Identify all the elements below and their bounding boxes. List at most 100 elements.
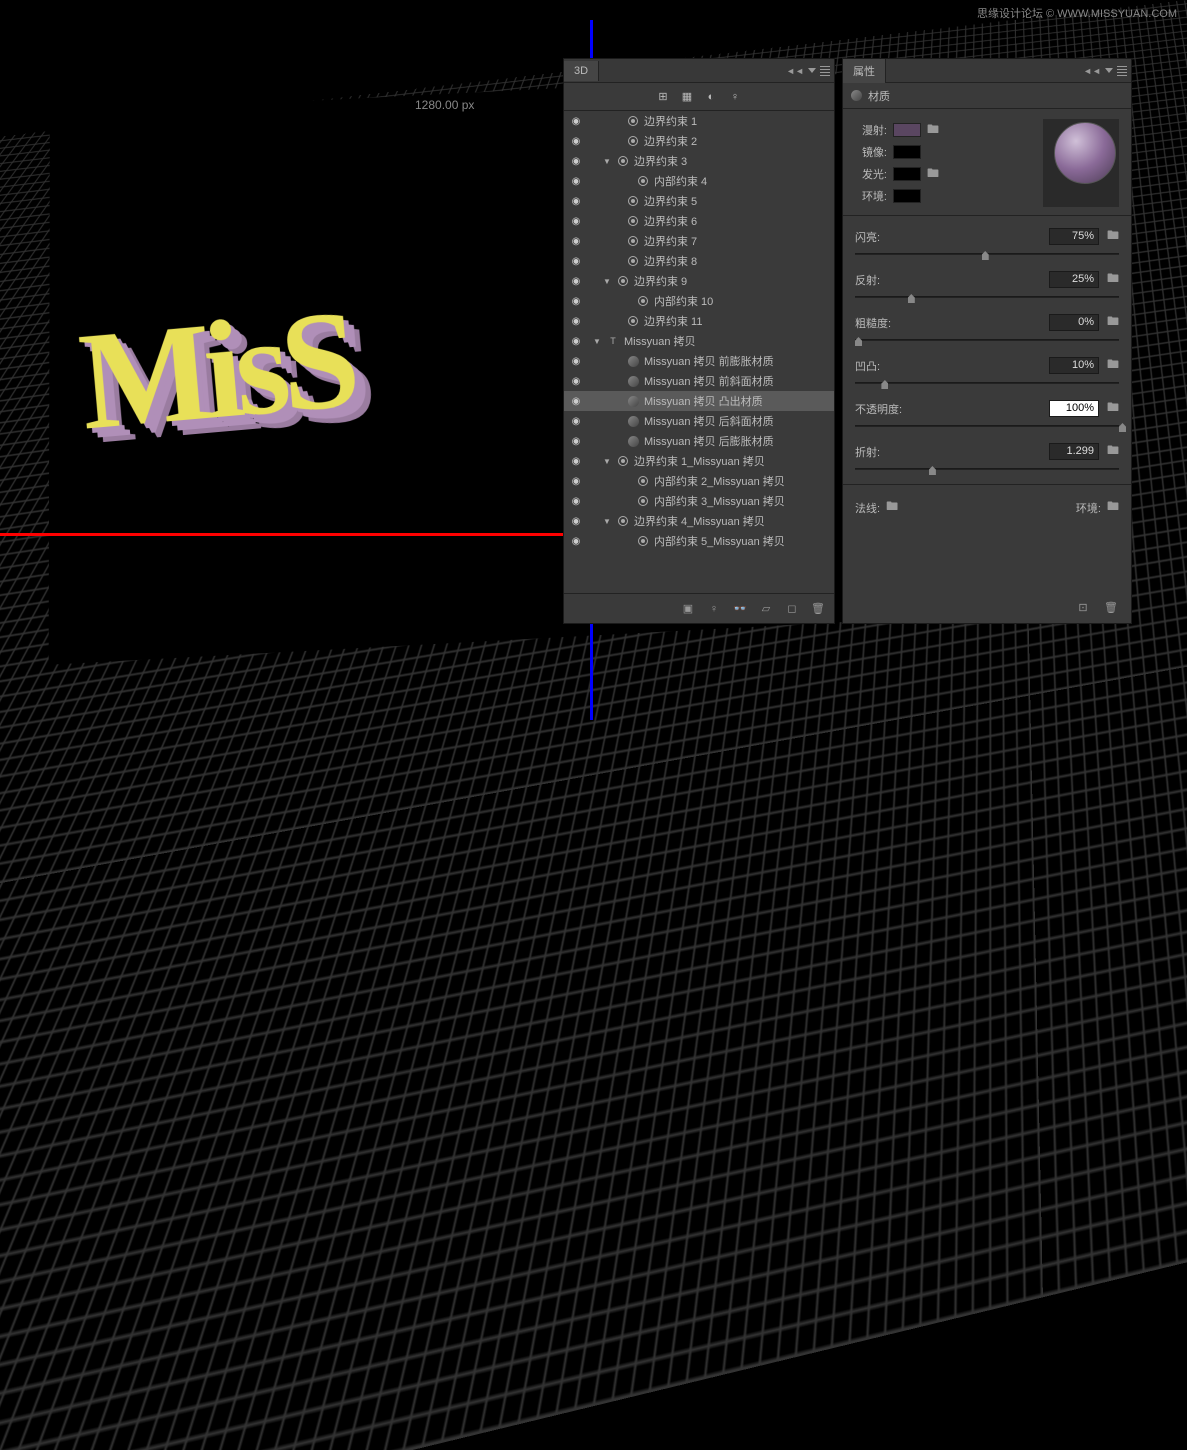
expand-triangle-icon[interactable]: ▼	[592, 337, 602, 346]
folder-icon[interactable]: 🖿	[1107, 226, 1119, 247]
refract-value[interactable]: 1.299	[1049, 443, 1099, 460]
light-icon[interactable]: ♀	[706, 601, 722, 617]
visibility-eye-icon[interactable]: ◉	[568, 396, 584, 407]
tree-row[interactable]: ◉▼边界约束 1_Missyuan 拷贝	[564, 451, 834, 471]
layer-tree[interactable]: ◉边界约束 1◉边界约束 2◉▼边界约束 3◉内部约束 4◉边界约束 5◉边界约…	[564, 111, 834, 595]
tree-row[interactable]: ◉内部约束 3_Missyuan 拷贝	[564, 491, 834, 511]
visibility-eye-icon[interactable]: ◉	[568, 456, 584, 467]
tree-row[interactable]: ◉内部约束 10	[564, 291, 834, 311]
tree-row[interactable]: ◉Missyuan 拷贝 后斜面材质	[564, 411, 834, 431]
visibility-eye-icon[interactable]: ◉	[568, 476, 584, 487]
folder-icon[interactable]: 🖿	[927, 164, 939, 185]
tree-row[interactable]: ◉Missyuan 拷贝 前斜面材质	[564, 371, 834, 391]
visibility-eye-icon[interactable]: ◉	[568, 256, 584, 267]
visibility-eye-icon[interactable]: ◉	[568, 116, 584, 127]
bump-value[interactable]: 10%	[1049, 357, 1099, 374]
tree-row[interactable]: ◉内部约束 2_Missyuan 拷贝	[564, 471, 834, 491]
tree-row[interactable]: ◉内部约束 5_Missyuan 拷贝	[564, 531, 834, 551]
rough-slider[interactable]	[855, 339, 1119, 341]
filter-scene-icon[interactable]: ⊞	[655, 89, 671, 105]
plane-icon[interactable]: ▱	[758, 601, 774, 617]
tree-row[interactable]: ◉▼TMissyuan 拷贝	[564, 331, 834, 351]
folder-icon[interactable]: 🖿	[1107, 269, 1119, 290]
visibility-eye-icon[interactable]: ◉	[568, 216, 584, 227]
filter-mesh-icon[interactable]: ▦	[679, 89, 695, 105]
tree-row[interactable]: ◉边界约束 7	[564, 231, 834, 251]
slider-thumb[interactable]	[855, 337, 862, 346]
expand-triangle-icon[interactable]: ▼	[602, 517, 612, 526]
render-icon[interactable]: ▣	[680, 601, 696, 617]
new-icon[interactable]: ◻	[784, 601, 800, 617]
diffuse-swatch[interactable]	[893, 123, 921, 137]
slider-thumb[interactable]	[908, 294, 915, 303]
tab-3d[interactable]: 3D	[564, 61, 599, 81]
expand-triangle-icon[interactable]: ▼	[602, 277, 612, 286]
tree-row[interactable]: ◉▼边界约束 4_Missyuan 拷贝	[564, 511, 834, 531]
opacity-slider[interactable]	[855, 425, 1119, 427]
expand-triangle-icon[interactable]: ▼	[602, 157, 612, 166]
mirror-swatch[interactable]	[893, 145, 921, 159]
chevron-down-icon[interactable]	[1105, 68, 1113, 73]
glasses-icon[interactable]: 👓	[732, 601, 748, 617]
tree-row[interactable]: ◉边界约束 11	[564, 311, 834, 331]
slider-thumb[interactable]	[881, 380, 888, 389]
axis-x[interactable]	[0, 533, 600, 536]
tree-row[interactable]: ◉内部约束 4	[564, 171, 834, 191]
shine-slider[interactable]	[855, 253, 1119, 255]
visibility-eye-icon[interactable]: ◉	[568, 336, 584, 347]
tree-row[interactable]: ◉边界约束 6	[564, 211, 834, 231]
expand-triangle-icon[interactable]: ▼	[602, 457, 612, 466]
refract-slider[interactable]	[855, 468, 1119, 470]
filter-light-icon[interactable]: ♀	[727, 89, 743, 105]
panel-menu-icon[interactable]	[820, 66, 830, 76]
collapse-icon[interactable]: ◄◄	[1083, 66, 1101, 76]
tree-row[interactable]: ◉Missyuan 拷贝 前膨胀材质	[564, 351, 834, 371]
tree-row[interactable]: ◉Missyuan 拷贝 后膨胀材质	[564, 431, 834, 451]
tree-row[interactable]: ◉边界约束 5	[564, 191, 834, 211]
visibility-eye-icon[interactable]: ◉	[568, 176, 584, 187]
tab-properties[interactable]: 属性	[843, 59, 886, 83]
material-preview[interactable]	[1043, 119, 1119, 207]
text-3d-object[interactable]: MisS	[74, 278, 358, 462]
slider-thumb[interactable]	[929, 466, 936, 475]
folder-icon[interactable]: 🖿	[1107, 441, 1119, 462]
tree-row[interactable]: ◉Missyuan 拷贝 凸出材质	[564, 391, 834, 411]
tree-row[interactable]: ◉▼边界约束 9	[564, 271, 834, 291]
visibility-eye-icon[interactable]: ◉	[568, 496, 584, 507]
folder-icon[interactable]: 🖿	[927, 120, 939, 141]
visibility-eye-icon[interactable]: ◉	[568, 196, 584, 207]
new-icon[interactable]: ⊡	[1075, 599, 1091, 615]
trash-icon[interactable]: 🗑	[1103, 599, 1119, 615]
reflect-slider[interactable]	[855, 296, 1119, 298]
opacity-value[interactable]: 100%	[1049, 400, 1099, 417]
visibility-eye-icon[interactable]: ◉	[568, 416, 584, 427]
tree-row[interactable]: ◉边界约束 1	[564, 111, 834, 131]
visibility-eye-icon[interactable]: ◉	[568, 296, 584, 307]
visibility-eye-icon[interactable]: ◉	[568, 236, 584, 247]
visibility-eye-icon[interactable]: ◉	[568, 136, 584, 147]
folder-icon[interactable]: 🖿	[1107, 355, 1119, 376]
slider-thumb[interactable]	[982, 251, 989, 260]
visibility-eye-icon[interactable]: ◉	[568, 356, 584, 367]
visibility-eye-icon[interactable]: ◉	[568, 376, 584, 387]
shine-value[interactable]: 75%	[1049, 228, 1099, 245]
visibility-eye-icon[interactable]: ◉	[568, 316, 584, 327]
tree-row[interactable]: ◉边界约束 8	[564, 251, 834, 271]
reflect-value[interactable]: 25%	[1049, 271, 1099, 288]
env-swatch[interactable]	[893, 189, 921, 203]
visibility-eye-icon[interactable]: ◉	[568, 156, 584, 167]
trash-icon[interactable]: 🗑	[810, 601, 826, 617]
tree-row[interactable]: ◉边界约束 2	[564, 131, 834, 151]
visibility-eye-icon[interactable]: ◉	[568, 536, 584, 547]
glow-swatch[interactable]	[893, 167, 921, 181]
bump-slider[interactable]	[855, 382, 1119, 384]
filter-material-icon[interactable]: ◐	[703, 89, 719, 105]
chevron-down-icon[interactable]	[808, 68, 816, 73]
visibility-eye-icon[interactable]: ◉	[568, 516, 584, 527]
visibility-eye-icon[interactable]: ◉	[568, 276, 584, 287]
folder-icon[interactable]: 🖿	[1107, 398, 1119, 419]
panel-menu-icon[interactable]	[1117, 66, 1127, 76]
folder-icon[interactable]: 🖿	[1107, 312, 1119, 333]
collapse-icon[interactable]: ◄◄	[786, 66, 804, 76]
folder-icon[interactable]: 🖿	[1107, 497, 1119, 518]
